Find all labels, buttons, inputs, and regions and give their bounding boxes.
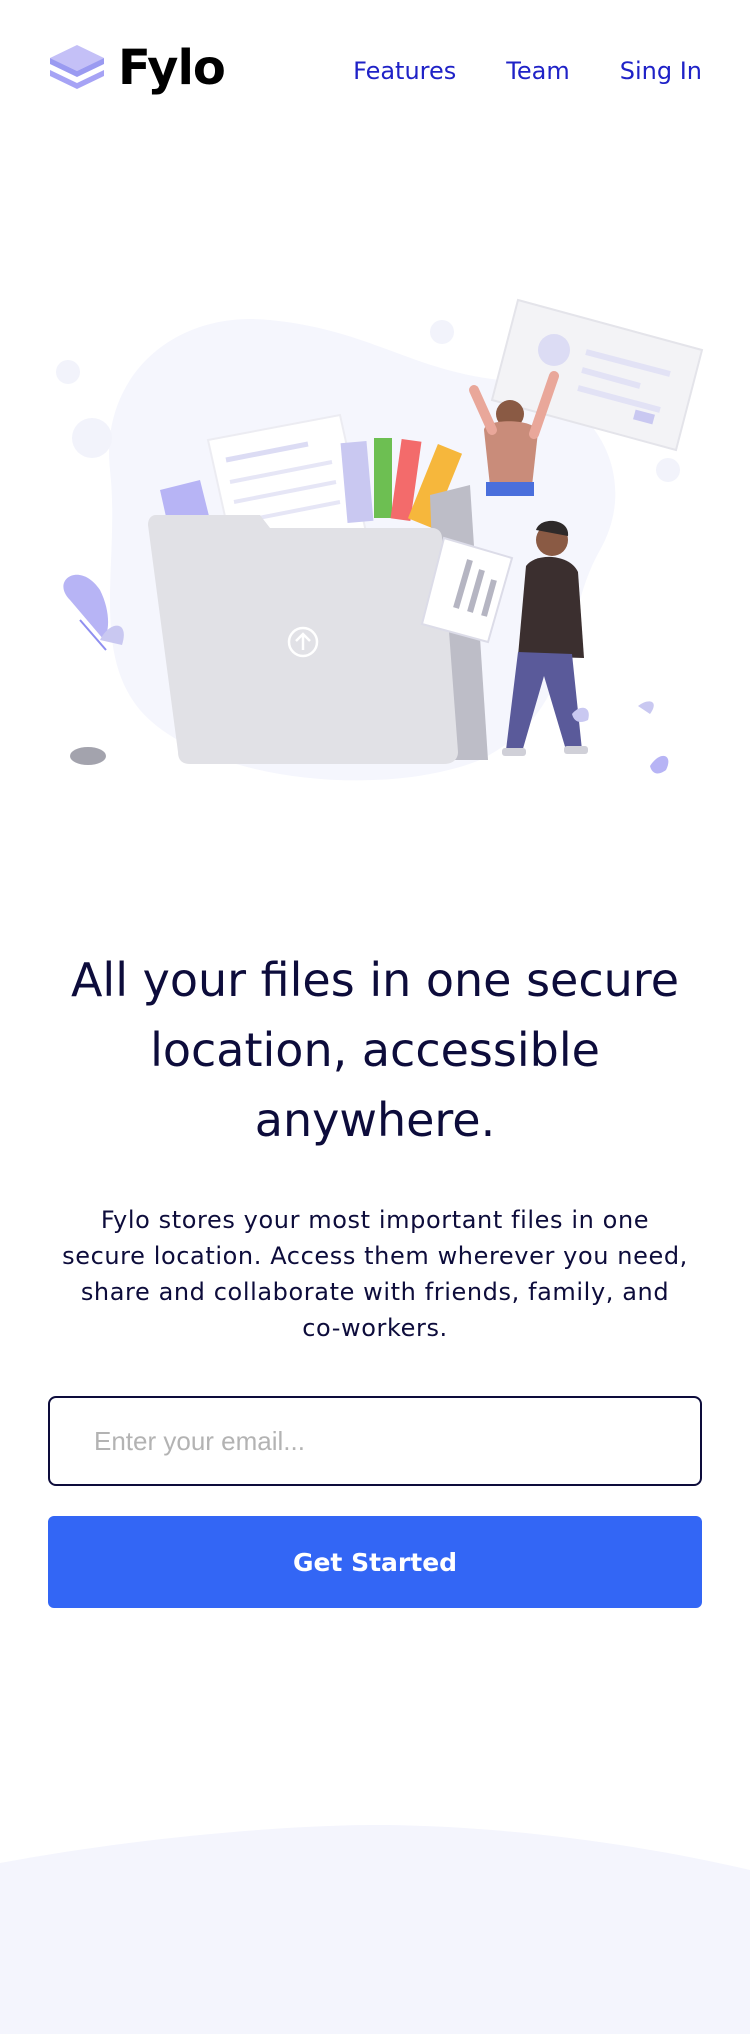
- logo-link[interactable]: Fylo: [48, 40, 226, 96]
- hero-title: All your files in one secure location, a…: [70, 953, 680, 1147]
- nav-link-features[interactable]: Features: [353, 55, 456, 87]
- decor-circle: [72, 418, 112, 458]
- leaf: [638, 701, 654, 714]
- site-header: Fylo Features Team Sing In: [0, 0, 750, 145]
- footer-wave-background: [0, 1825, 750, 2034]
- decor-circle: [656, 458, 680, 482]
- leaf: [650, 755, 669, 774]
- rock: [70, 747, 106, 765]
- decor-circle: [430, 320, 454, 344]
- decor-circle: [56, 360, 80, 384]
- main-nav: Features Team Sing In: [303, 55, 702, 87]
- email-input[interactable]: [48, 1396, 702, 1486]
- nav-link-team[interactable]: Team: [506, 55, 569, 87]
- hero-illustration: [56, 298, 704, 781]
- logo-text: Fylo: [118, 40, 226, 96]
- get-started-button[interactable]: Get Started: [48, 1516, 702, 1608]
- stacked-layers-icon: [50, 45, 104, 89]
- nav-link-sign-in[interactable]: Sing In: [620, 55, 702, 87]
- hero-description: Fylo stores your most important files in…: [62, 1206, 688, 1342]
